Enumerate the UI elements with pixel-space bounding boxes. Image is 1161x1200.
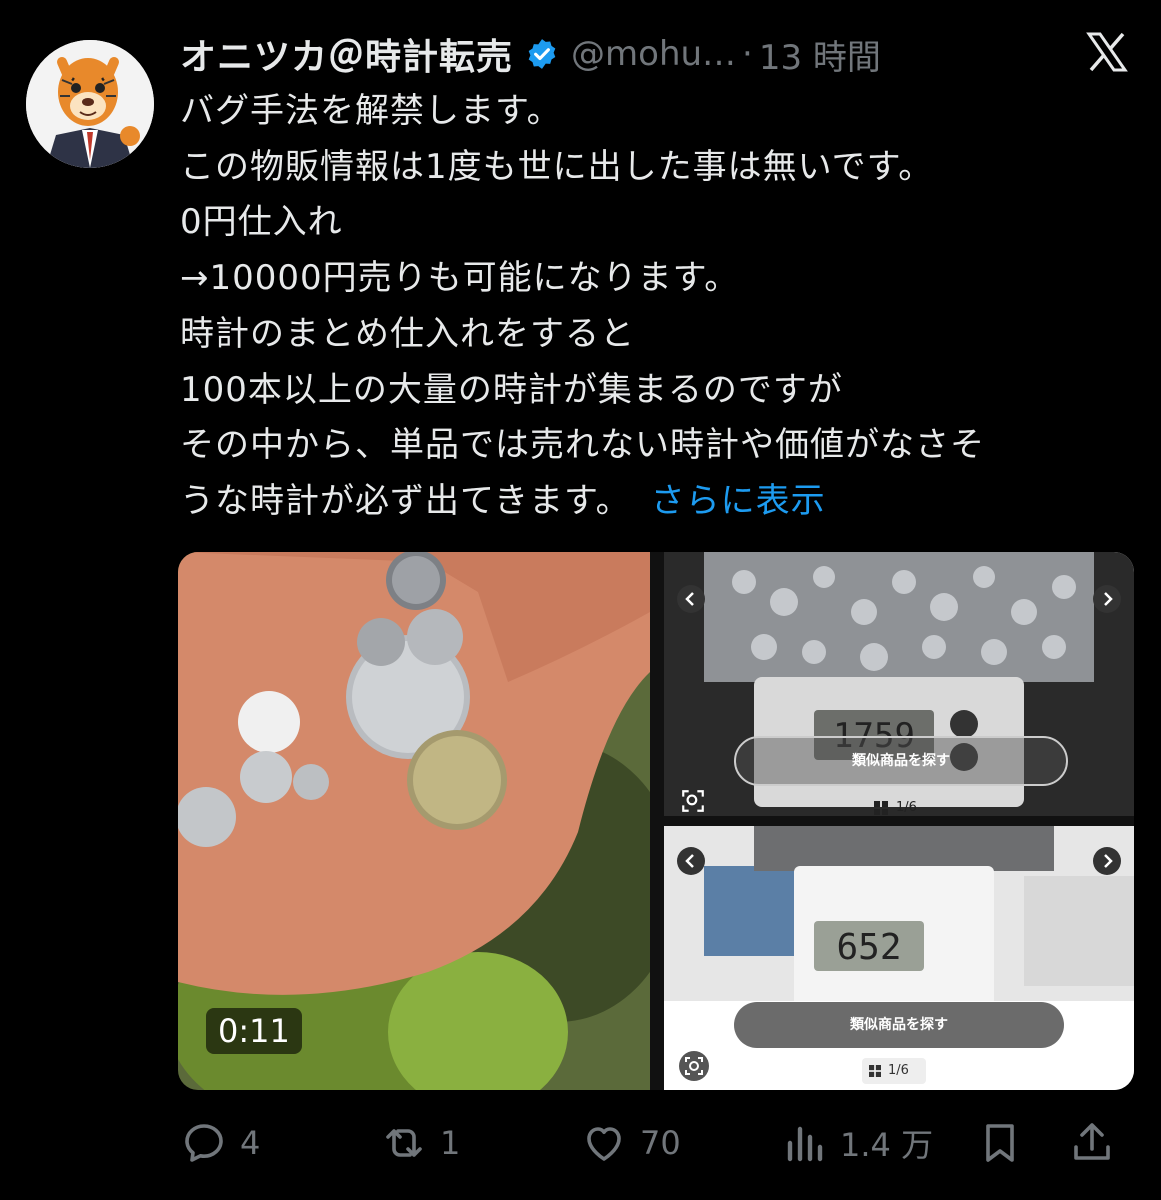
share-button[interactable] (1068, 1119, 1128, 1167)
repost-button[interactable]: 1 (380, 1119, 580, 1167)
similar-items-button[interactable]: 類似商品を探す (734, 1002, 1064, 1048)
tiger-mascot-icon (26, 40, 154, 168)
tweet-line-last: うな時計が必ず出てきます。 さらに表示 (180, 474, 1140, 530)
tweet-header: オニツカ＠時計転売 @mohu… · 13 時間 (180, 26, 1080, 82)
scale-image-top[interactable]: 1759 類似商品を探す 1/6 (664, 552, 1134, 816)
x-logo-icon (1086, 32, 1128, 72)
page-indicator: 1/6 (896, 800, 917, 815)
timestamp[interactable]: 13 時間 (759, 30, 881, 79)
share-icon (1074, 1123, 1110, 1160)
tweet-text: バグ手法を解禁します。 この物販情報は1度も世に出した事は無いです。 0円仕入れ… (180, 84, 1140, 530)
tweet-line: バグ手法を解禁します。 (180, 91, 562, 131)
view-count: 1.4 万 (840, 1126, 934, 1164)
tweet-line: うな時計が必ず出てきます。 (180, 480, 631, 521)
media-grid: 0:11 1759 類似商品を探す 1/6 652 類似商品を探す 1/6 (178, 552, 1134, 1090)
page-indicator: 1/6 (888, 1063, 909, 1078)
avatar[interactable] (26, 40, 154, 168)
reply-count: 4 (240, 1124, 261, 1162)
like-count: 70 (640, 1124, 681, 1162)
like-button[interactable]: 70 (580, 1119, 780, 1167)
video-duration: 0:11 (206, 1008, 302, 1054)
repost-count: 1 (440, 1124, 461, 1162)
tweet-line: その中から、単品では売れない時計や価値がなさそ (180, 425, 985, 466)
meta-separator: · (742, 34, 753, 74)
views-chart-icon (787, 1126, 823, 1162)
author-handle[interactable]: @mohu… (571, 34, 736, 74)
reply-icon (185, 1124, 223, 1162)
bookmark-button[interactable] (976, 1119, 1068, 1167)
grid-icon (874, 801, 888, 815)
verified-badge-icon (528, 39, 556, 69)
similar-items-button[interactable]: 類似商品を探す (734, 736, 1068, 786)
grid-icon (869, 1065, 881, 1077)
views-button[interactable]: 1.4 万 (780, 1119, 976, 1167)
tweet-line: 0円仕入れ (180, 202, 343, 243)
tweet-line: →10000円売りも可能になります。 (180, 258, 740, 299)
author-name[interactable]: オニツカ＠時計転売 (180, 28, 513, 80)
action-bar: 4 1 70 1.4 万 (180, 1110, 1130, 1176)
tweet-line: この物販情報は1度も世に出した事は無いです。 (180, 146, 934, 187)
scale-image-bottom[interactable]: 652 類似商品を探す 1/6 (664, 826, 1134, 1090)
scale-reading: 652 (836, 927, 901, 968)
prev-arrow-icon[interactable] (676, 846, 706, 876)
show-more-link[interactable]: さらに表示 (651, 481, 826, 521)
tweet-line: 100本以上の大量の時計が集まるのですが (180, 369, 843, 410)
scale-on-newspaper-image: 652 (664, 826, 1134, 1090)
tweet-line: 時計のまとめ仕入れをすると (180, 313, 635, 354)
lens-search-icon[interactable] (680, 788, 706, 814)
prev-arrow-icon[interactable] (676, 584, 706, 614)
lens-search-icon[interactable] (678, 1050, 710, 1082)
repost-icon (386, 1129, 422, 1157)
reply-button[interactable]: 4 (180, 1119, 380, 1167)
heart-icon (587, 1127, 621, 1161)
video-thumbnail[interactable]: 0:11 (178, 552, 678, 1090)
next-arrow-icon[interactable] (1092, 846, 1122, 876)
bookmark-icon (986, 1124, 1014, 1162)
next-arrow-icon[interactable] (1092, 584, 1122, 614)
